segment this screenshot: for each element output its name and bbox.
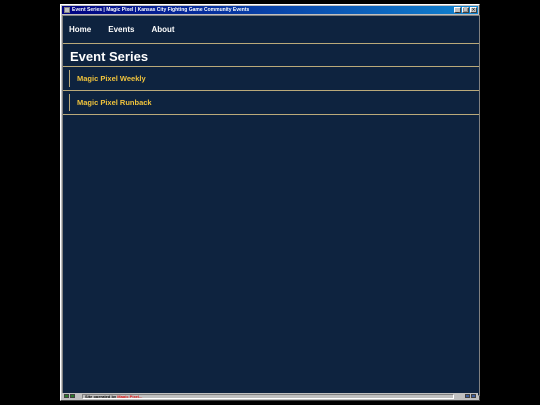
page-icon	[64, 394, 69, 398]
status-prefix: Site operated by	[85, 393, 118, 399]
window-title: Event Series | Magic Pixel | Kansas City…	[72, 7, 250, 13]
series-list: Magic Pixel Weekly Magic Pixel Runback	[63, 66, 479, 115]
nav-home-link[interactable]: Home	[69, 25, 91, 34]
page-title: Event Series	[70, 49, 149, 64]
site-nav: Home Events About	[63, 16, 479, 44]
network-icon	[465, 394, 470, 398]
minimize-button[interactable]: _	[454, 7, 461, 13]
page-viewport: Home Events About Event Series Magic Pix…	[62, 15, 480, 396]
status-bar: Site operated by Magic Pixel...	[62, 393, 478, 399]
series-link-runback[interactable]: Magic Pixel Runback	[77, 98, 152, 107]
series-link-weekly[interactable]: Magic Pixel Weekly	[77, 74, 146, 83]
window-controls: _ □ ×	[454, 7, 477, 13]
series-item-accent-bar	[69, 94, 70, 111]
zone-icon	[471, 394, 476, 398]
status-link[interactable]: Magic Pixel...	[117, 395, 142, 398]
nav-events-link[interactable]: Events	[108, 25, 134, 34]
status-right-icons	[454, 394, 478, 398]
nav-about-link[interactable]: About	[151, 25, 174, 34]
app-icon	[64, 7, 70, 13]
browser-window: Event Series | Magic Pixel | Kansas City…	[60, 4, 480, 401]
series-item-weekly: Magic Pixel Weekly	[63, 67, 479, 91]
close-button[interactable]: ×	[470, 7, 477, 13]
title-bar[interactable]: Event Series | Magic Pixel | Kansas City…	[62, 6, 478, 14]
status-icons	[62, 394, 82, 398]
series-item-runback: Magic Pixel Runback	[63, 91, 479, 115]
series-item-accent-bar	[69, 70, 70, 87]
status-text: Site operated by Magic Pixel...	[82, 393, 454, 399]
security-icon	[70, 394, 75, 398]
maximize-button[interactable]: □	[462, 7, 469, 13]
